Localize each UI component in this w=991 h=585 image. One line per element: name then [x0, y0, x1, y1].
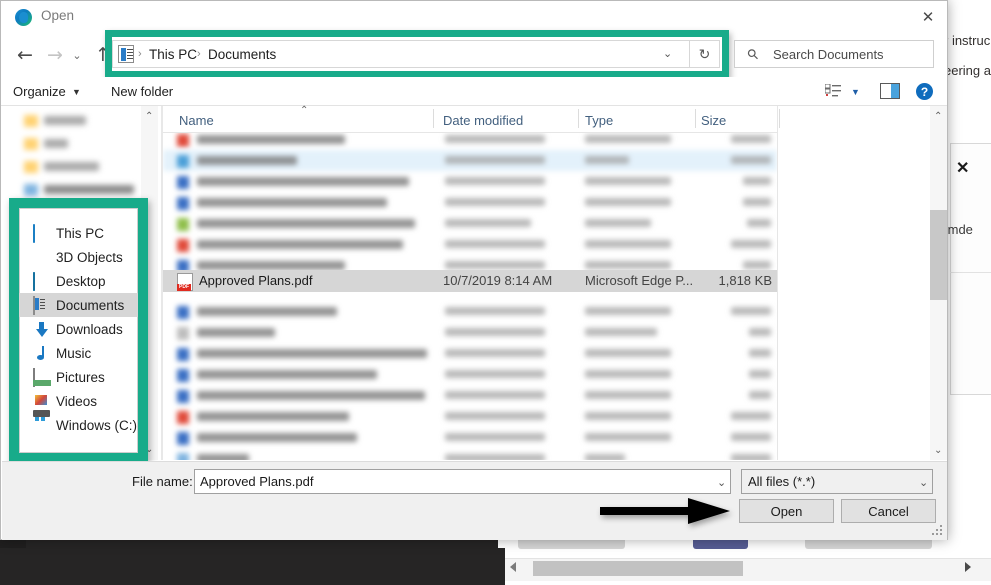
background-panel-close-icon[interactable]: ✕ [956, 158, 969, 178]
chevron-down-icon[interactable]: ▼ [72, 87, 81, 97]
background-bottom-dark-strip [0, 548, 505, 585]
scroll-up-icon[interactable]: ⌃ [145, 111, 153, 122]
scrollbar-thumb[interactable] [930, 210, 947, 300]
forward-button[interactable]: → [42, 42, 68, 68]
background-panel [950, 143, 991, 395]
scroll-down-icon[interactable]: ⌄ [934, 445, 942, 456]
new-folder-button[interactable]: New folder [111, 84, 173, 99]
cancel-button[interactable]: Cancel [841, 499, 936, 523]
file-name-label: File name: [132, 474, 193, 489]
table-row[interactable] [163, 343, 777, 364]
column-header-type[interactable]: Type [585, 113, 613, 128]
file-name-value: Approved Plans.pdf [200, 474, 313, 489]
column-divider[interactable] [578, 109, 579, 128]
search-placeholder: Search Documents [773, 47, 884, 62]
table-row[interactable] [163, 133, 777, 150]
table-row[interactable] [163, 150, 777, 171]
background-scrollbar-thumb[interactable] [533, 561, 743, 576]
table-row[interactable] [163, 213, 777, 234]
scroll-up-icon[interactable]: ⌃ [934, 111, 942, 122]
file-list[interactable] [163, 133, 777, 460]
recent-locations-button[interactable]: ⌄ [67, 45, 87, 65]
table-row[interactable] [163, 322, 777, 343]
background-divider [950, 272, 991, 273]
table-row-selected[interactable]: Approved Plans.pdf 10/7/2019 8:14 AM Mic… [163, 270, 777, 292]
chevron-down-icon[interactable]: ⌄ [919, 476, 928, 489]
back-button[interactable]: ← [12, 42, 38, 68]
resize-grip[interactable] [932, 525, 942, 535]
sort-ascending-icon[interactable]: ⌃ [300, 105, 308, 116]
open-button[interactable]: Open [739, 499, 834, 523]
view-options-icon[interactable] [825, 84, 841, 98]
background-text-fragment-1: r instruc [944, 33, 990, 48]
column-divider[interactable] [695, 109, 696, 128]
file-list-border [777, 106, 778, 460]
table-row[interactable] [163, 448, 777, 460]
file-date-cell: 10/7/2019 8:14 AM [443, 273, 552, 288]
table-row[interactable] [163, 364, 777, 385]
file-type-cell: Microsoft Edge P... [585, 273, 693, 288]
chevron-down-icon[interactable]: ⌄ [717, 476, 726, 489]
column-header-name[interactable]: Name [179, 113, 214, 128]
table-row[interactable] [163, 406, 777, 427]
column-divider[interactable] [433, 109, 434, 128]
scroll-right-arrow-icon[interactable] [965, 562, 971, 572]
file-size-cell: 1,818 KB [719, 273, 773, 288]
organize-button[interactable]: Organize [13, 84, 66, 99]
highlight-address-bar [105, 30, 729, 78]
highlight-navigation-pane [9, 198, 148, 463]
dialog-title-bar [1, 1, 947, 32]
preview-pane-icon[interactable] [880, 83, 900, 99]
open-file-dialog: Open ✕ ← → ⌄ ↑ › This PC › Documents ⌄ ↻… [0, 0, 948, 540]
background-text-fragment-2: eering a [944, 63, 991, 78]
chevron-down-icon[interactable]: ▼ [851, 87, 860, 97]
table-row[interactable] [163, 234, 777, 255]
table-row[interactable] [163, 385, 777, 406]
background-panel-text: ;mde [944, 222, 973, 237]
table-row[interactable] [163, 427, 777, 448]
scroll-left-arrow-icon[interactable] [510, 562, 516, 572]
file-type-filter-value: All files (*.*) [748, 474, 815, 489]
column-header-date-modified[interactable]: Date modified [443, 113, 523, 128]
annotation-arrow [600, 498, 730, 524]
help-icon[interactable]: ? [916, 83, 933, 100]
pdf-file-icon [177, 273, 193, 291]
edge-logo-icon [15, 9, 32, 26]
close-icon[interactable]: ✕ [909, 4, 947, 30]
table-row[interactable] [163, 301, 777, 322]
column-divider[interactable] [779, 109, 780, 128]
column-header-size[interactable]: Size [701, 113, 726, 128]
file-name-cell: Approved Plans.pdf [199, 273, 312, 288]
table-row[interactable] [163, 171, 777, 192]
dialog-title: Open [41, 8, 74, 23]
table-row[interactable] [163, 192, 777, 213]
